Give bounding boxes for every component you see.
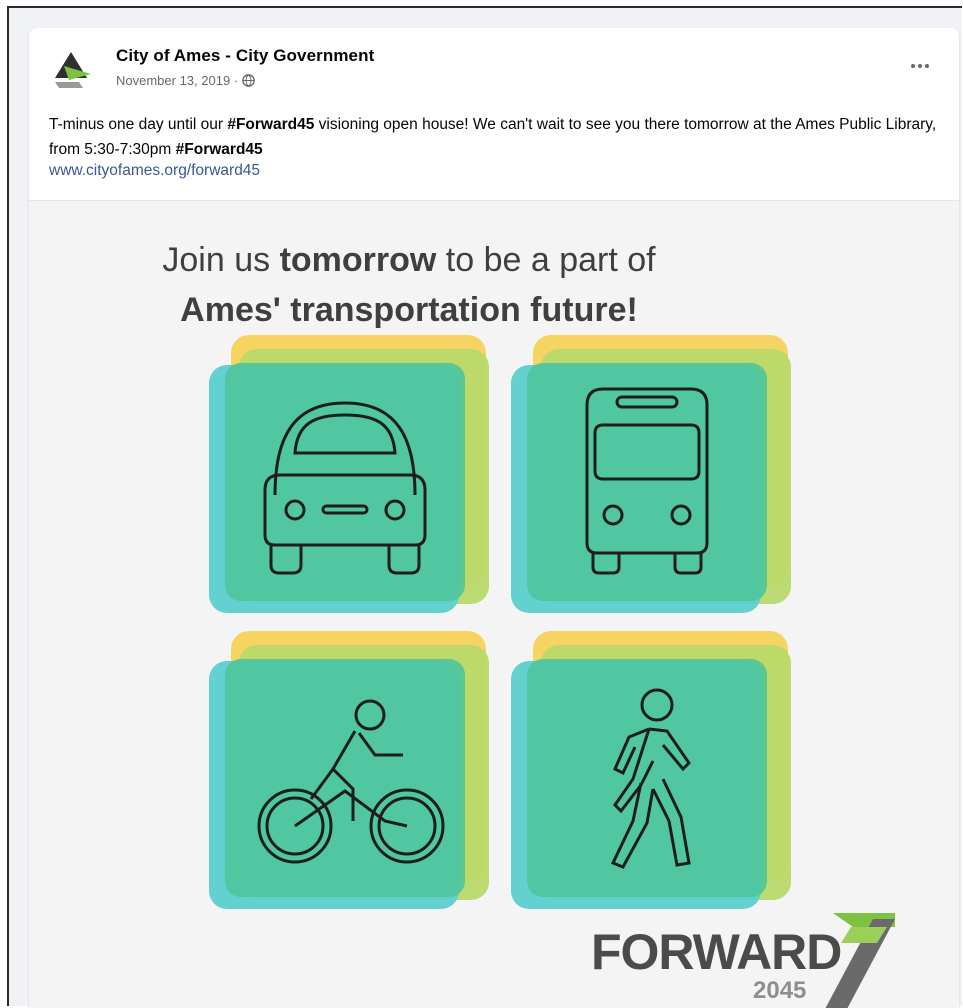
post-date[interactable]: November 13, 2019 · [116,73,238,88]
hashtag-forward45-second[interactable]: #Forward45 [176,141,263,158]
post-message: T-minus one day until our #Forward45 vis… [49,116,937,158]
post-image[interactable]: Join us tomorrow to be a part of Ames' t… [29,200,959,1008]
bicycle-tile [209,631,491,921]
more-options-button[interactable] [905,56,935,76]
more-options-icon [911,64,915,68]
page-name[interactable]: City of Ames - City Government [116,46,374,66]
logo-year: 2045 [753,977,807,1004]
post-header: City of Ames - City Government November … [29,28,959,98]
bus-icon [585,387,709,575]
post-meta: November 13, 2019 · [116,73,255,88]
logo-word: FORWARD [591,924,842,980]
hashtag-forward45[interactable]: #Forward45 [227,116,314,133]
city-of-ames-logo-icon[interactable] [49,44,97,92]
bus-tile [511,335,793,625]
screenshot-frame: City of Ames - City Government November … [7,6,962,1008]
forward-2045-logo: FORWARD 2045 [591,913,911,1008]
car-icon [263,401,427,575]
forward45-link[interactable]: www.cityofames.org/forward45 [49,162,260,180]
forward-arrow-icon [825,913,895,1008]
pedestrian-icon [610,688,691,869]
bicycle-icon [257,699,445,864]
image-headline: Join us tomorrow to be a part of Ames' t… [162,241,656,329]
facebook-post-card: City of Ames - City Government November … [29,28,959,1008]
globe-icon [242,74,255,87]
car-tile [209,335,491,625]
pedestrian-tile [511,631,793,921]
